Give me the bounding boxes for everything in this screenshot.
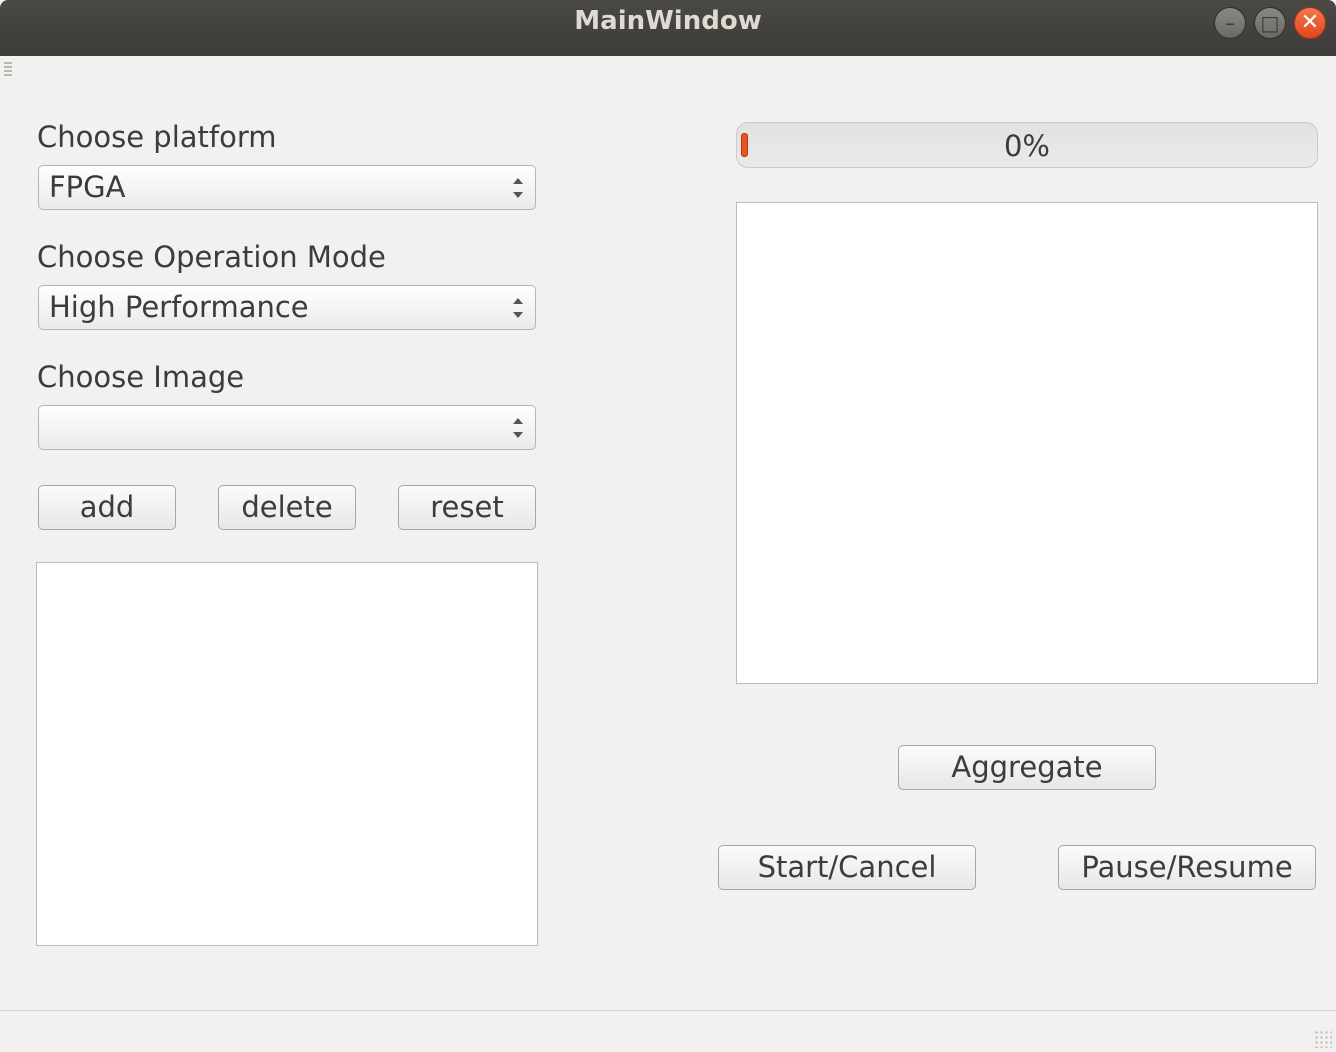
progress-text: 0% xyxy=(1003,129,1050,163)
window-title: MainWindow xyxy=(574,6,762,36)
image-list[interactable] xyxy=(36,562,538,946)
combobox-arrows-icon xyxy=(511,296,525,320)
toolbar-grip-icon[interactable] xyxy=(4,62,12,76)
platform-label: Choose platform xyxy=(37,120,277,154)
maximize-button[interactable]: □ xyxy=(1254,7,1286,39)
add-button[interactable]: add xyxy=(38,485,176,530)
close-button[interactable]: ✕ xyxy=(1294,7,1326,39)
operation-mode-value: High Performance xyxy=(49,290,309,324)
title-bar[interactable]: MainWindow – □ ✕ xyxy=(0,0,1336,56)
pause-resume-button[interactable]: Pause/Resume xyxy=(1058,845,1316,890)
reset-button[interactable]: reset xyxy=(398,485,536,530)
operation-mode-label: Choose Operation Mode xyxy=(37,240,386,274)
status-bar xyxy=(0,1010,1336,1052)
platform-combobox[interactable]: FPGA xyxy=(38,165,536,210)
size-grip-icon[interactable] xyxy=(1314,1030,1332,1048)
combobox-arrows-icon xyxy=(511,416,525,440)
maximize-icon: □ xyxy=(1260,11,1280,35)
start-cancel-button[interactable]: Start/Cancel xyxy=(718,845,976,890)
output-view[interactable] xyxy=(736,202,1318,684)
minimize-button[interactable]: – xyxy=(1214,7,1246,39)
close-icon: ✕ xyxy=(1300,10,1320,35)
delete-button[interactable]: delete xyxy=(218,485,356,530)
image-combobox[interactable] xyxy=(38,405,536,450)
aggregate-button[interactable]: Aggregate xyxy=(898,745,1156,790)
progress-bar: 0% xyxy=(736,122,1318,168)
combobox-arrows-icon xyxy=(511,176,525,200)
operation-mode-combobox[interactable]: High Performance xyxy=(38,285,536,330)
platform-value: FPGA xyxy=(49,170,126,204)
minimize-icon: – xyxy=(1225,11,1235,35)
image-label: Choose Image xyxy=(37,360,245,394)
